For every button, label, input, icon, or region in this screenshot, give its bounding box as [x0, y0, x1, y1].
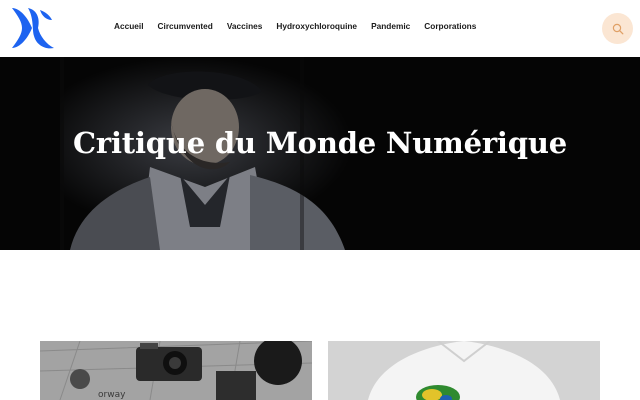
hero-banner: Critique du Monde Numérique: [0, 57, 640, 250]
nav-item-circumvented[interactable]: Circumvented: [158, 21, 213, 31]
nav-item-pandemic[interactable]: Pandemic: [371, 21, 410, 31]
search-icon: [612, 23, 623, 34]
blue-x-logo-icon[interactable]: [10, 6, 56, 51]
article-card-image-right[interactable]: [328, 341, 600, 400]
site-header: Accueil Circumvented Vaccines Hydroxychl…: [0, 0, 640, 57]
main-nav: Accueil Circumvented Vaccines Hydroxychl…: [114, 21, 476, 31]
article-card-image-left[interactable]: orway: [40, 341, 312, 400]
white-shirt-globe-photo: [328, 341, 600, 400]
nav-item-vaccines[interactable]: Vaccines: [227, 21, 263, 31]
vintage-camera-map-photo: orway: [40, 341, 312, 400]
card-caption-fragment: orway: [98, 390, 126, 400]
search-button[interactable]: [602, 13, 633, 44]
nav-item-accueil[interactable]: Accueil: [114, 21, 144, 31]
nav-item-hydroxychloroquine[interactable]: Hydroxychloroquine: [276, 21, 357, 31]
nav-item-corporations[interactable]: Corporations: [424, 21, 476, 31]
hero-title: Critique du Monde Numérique: [73, 126, 567, 160]
